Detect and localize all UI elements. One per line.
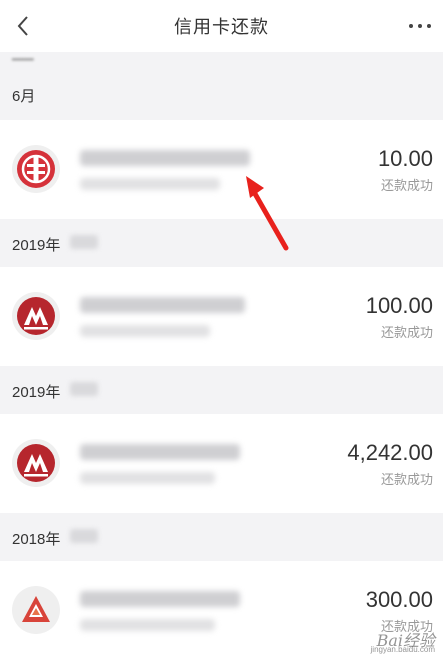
blurred-card-name: [80, 444, 240, 460]
section-header: 2019年: [0, 366, 443, 414]
more-dot-icon: [418, 24, 422, 28]
repayment-row[interactable]: 4,242.00 还款成功: [0, 414, 443, 513]
repayment-row[interactable]: 10.00 还款成功: [0, 120, 443, 219]
section-date-label: 2019年: [12, 384, 61, 401]
repayment-row[interactable]: 100.00 还款成功: [0, 267, 443, 366]
blurred-card-detail: [80, 472, 215, 484]
section-date-label: 6月: [12, 88, 36, 105]
cmb-bank-logo-icon: [12, 292, 60, 340]
section-header: 6月: [0, 66, 443, 120]
peek-blurred-label: ▁▁: [12, 52, 34, 60]
blurred-month: [70, 382, 98, 396]
watermark-url: jingyan.baidu.com: [370, 645, 435, 654]
watermark: Bai经验 jingyan.baidu.com: [343, 627, 435, 655]
page-title: 信用卡还款: [174, 17, 269, 37]
blurred-card-detail: [80, 178, 220, 190]
citic-bank-logo-icon: [12, 145, 60, 193]
cmb-bank-logo-icon: [12, 439, 60, 487]
section-header: 2018年: [0, 513, 443, 561]
repayment-amount: 4,242.00: [347, 440, 433, 465]
section-header: 2019年: [0, 219, 443, 267]
navigation-bar: 信用卡还款: [0, 0, 443, 52]
more-dot-icon: [427, 24, 431, 28]
more-options-button[interactable]: [403, 12, 437, 40]
repayment-amount: 300.00: [365, 587, 433, 612]
blurred-card-name: [80, 297, 245, 313]
chevron-left-icon: [17, 16, 28, 36]
section-date-label: 2018年: [12, 531, 61, 548]
repayment-status: 还款成功: [380, 178, 433, 193]
annotation-arrow-icon: [246, 176, 289, 251]
scrolled-section-peek: ▁▁: [0, 52, 443, 66]
blurred-card-detail: [80, 325, 210, 337]
blurred-month: [70, 529, 98, 543]
repayment-amount: 100.00: [365, 293, 433, 318]
blurred-card-name: [80, 591, 240, 607]
repayment-amount: 10.00: [377, 146, 433, 171]
repayment-status: 还款成功: [380, 325, 433, 340]
blurred-month: [70, 235, 98, 249]
back-button[interactable]: [8, 10, 38, 42]
blurred-card-name: [80, 150, 250, 166]
section-date-label: 2019年: [12, 237, 61, 254]
more-dot-icon: [409, 24, 413, 28]
blurred-card-detail: [80, 619, 215, 631]
repayment-status: 还款成功: [380, 472, 433, 487]
pingan-bank-logo-icon: [12, 586, 60, 634]
